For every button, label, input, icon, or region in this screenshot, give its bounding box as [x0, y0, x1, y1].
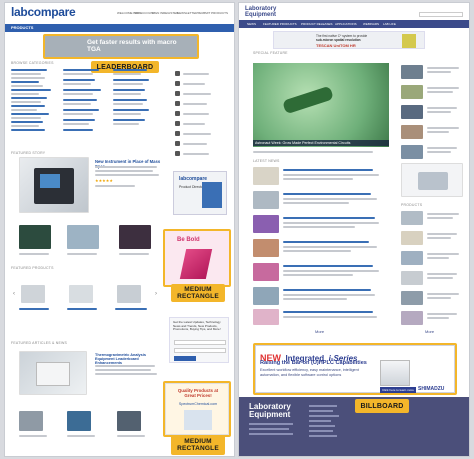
medium-rect-2-label: MEDIUM RECTANGLE [171, 435, 225, 455]
logo-text: labcompare [11, 5, 76, 19]
nav-applications[interactable]: APPLICATIONS [335, 22, 357, 26]
labcompare-page: labcompare WELCOME BACK MY ACCOUNT SIGN … [4, 2, 235, 457]
article-title[interactable]: Thermogravimetric Analysis Equipment Lea… [95, 353, 163, 365]
search-input[interactable] [419, 12, 463, 17]
carousel-next-icon[interactable]: › [155, 291, 157, 297]
sidebar-product-ad[interactable] [401, 163, 463, 197]
logo-line-2: Equipment [245, 12, 276, 18]
sidebar-directory-ad[interactable]: labcompare Product Directory [173, 171, 227, 215]
footer-logo[interactable]: Laboratory Equipment [249, 403, 291, 419]
nav-webinars[interactable]: WEBINARS [363, 22, 379, 26]
latest-news-more-link[interactable]: More [315, 329, 324, 334]
top-nav-signin[interactable]: SIGN IN [152, 11, 163, 15]
carousel-prev-icon[interactable]: ‹ [13, 291, 15, 297]
nav-tab-products[interactable]: PRODUCTS [11, 25, 33, 30]
top-nav-newsletters[interactable]: NEWSLETTERS [177, 11, 200, 15]
footer: Laboratory Equipment [239, 397, 469, 456]
lab-equipment-logo[interactable]: Laboratory Equipment [245, 6, 276, 18]
footer-logo-line-2: Equipment [249, 410, 291, 419]
lab-equipment-page: Laboratory Equipment NEWS FEATURED PRODU… [238, 2, 470, 457]
subscribe-box[interactable]: Get the Latest Updates, Technology News … [169, 317, 229, 363]
labcompare-logo[interactable]: labcompare [11, 5, 76, 19]
nav-product-releases[interactable]: PRODUCT RELEASES [301, 22, 332, 26]
leaderboard-label: LEADERBOARD [91, 61, 159, 73]
special-feature-image[interactable] [253, 63, 389, 147]
medium-rect-2-highlight [163, 381, 231, 437]
top-ad-brand: TESCAN UniTOM HR [316, 43, 356, 48]
featured-story-heading: FEATURED STORY [11, 151, 46, 155]
billboard-label: BILLBOARD [355, 399, 409, 413]
special-feature-caption[interactable]: Astronaut Week: Grow Made Perfect Enviro… [253, 140, 389, 146]
rating-stars: ★★★★★ [95, 178, 113, 183]
top-ad-line-2: sub-micron spatial resolution [316, 38, 361, 42]
featured-story-image[interactable] [19, 157, 89, 213]
nav-lab-life[interactable]: LAB LIFE [383, 22, 396, 26]
products-heading: PRODUCTS [401, 203, 423, 207]
nav-featured-products[interactable]: FEATURED PRODUCTS [263, 22, 297, 26]
subscribe-title: Get the Latest Updates, Technology News … [173, 320, 221, 332]
main-nav-bar [5, 24, 234, 32]
latest-news-heading: LATEST NEWS [253, 159, 280, 163]
billboard-highlight [253, 343, 457, 395]
leaderboard-highlight [43, 34, 199, 59]
article-image[interactable] [19, 351, 87, 395]
top-banner-ad[interactable]: The first native C* system to provide su… [273, 31, 425, 49]
medium-rect-1-highlight [163, 229, 231, 287]
featured-articles-heading: FEATURED ARTICLES & NEWS [11, 341, 68, 345]
nav-news[interactable]: NEWS [247, 22, 256, 26]
featured-products-heading: FEATURED PRODUCTS [11, 266, 54, 270]
medium-rect-1-label: MEDIUM RECTANGLE [171, 284, 225, 302]
browse-categories-heading: BROWSE CATEGORIES [11, 61, 54, 65]
special-feature-heading: SPECIAL FEATURE [253, 51, 288, 55]
products-more-link[interactable]: More [425, 329, 434, 334]
top-nav-submit[interactable]: SUBMIT PRODUCTS [199, 11, 228, 15]
